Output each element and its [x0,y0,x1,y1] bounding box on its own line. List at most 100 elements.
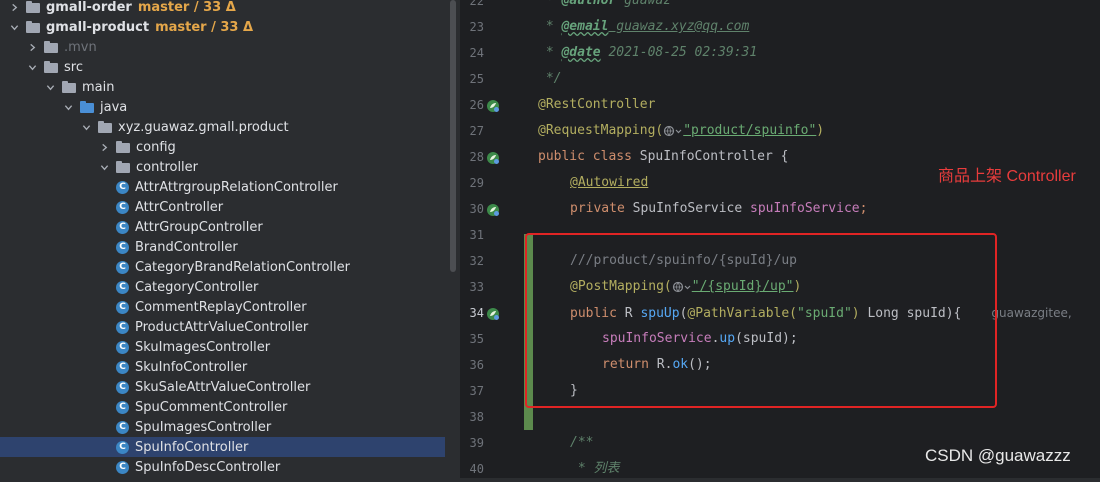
tree-item-folder[interactable]: xyz.guawaz.gmall.product [0,117,446,137]
tree-item-label: AttrGroupController [135,219,263,235]
line-number[interactable]: 32 [460,248,484,274]
line-number[interactable]: 22 [460,0,484,14]
line-number[interactable]: 23 [460,14,484,40]
spring-bean-icon[interactable] [486,306,500,320]
chevron-down-icon[interactable] [44,83,56,92]
line-number[interactable]: 27 [460,118,484,144]
code-line-29: @Autowired [570,175,649,190]
class-icon: C [116,180,129,194]
tree-item-class[interactable]: C SkuImagesController [0,337,446,357]
tree-item-class[interactable]: C SpuInfoController [0,437,445,457]
tree-item-label: AttrController [135,199,224,215]
line-number[interactable]: 25 [460,66,484,92]
globe-icon[interactable] [663,124,683,138]
package-icon [116,141,130,153]
tree-item-folder[interactable]: java [0,97,446,117]
tree-item-label: AttrAttrgroupRelationController [135,179,338,195]
annotation-note: 商品上架 Controller [938,168,1076,185]
tree-item-class[interactable]: C SpuImagesController [0,417,446,437]
tree-item-class[interactable]: C CommentReplayController [0,297,446,317]
line-number[interactable]: 28 [460,144,484,170]
tree-item-label: SpuInfoDescController [135,459,281,475]
tree-item-label: main [82,79,115,95]
line-number[interactable]: 36 [460,352,484,378]
code-line-40: * 列表 [570,461,620,476]
class-icon: C [116,400,129,414]
code-line-24: * @date 2021-08-25 02:39:31 [538,45,758,60]
tree-scrollbar[interactable] [446,0,460,478]
tree-item-class[interactable]: C SkuInfoController [0,357,446,377]
tree-item-label: CategoryBrandRelationController [135,259,350,275]
tree-item-label: ProductAttrValueController [135,319,309,335]
tree-item-class[interactable]: C BrandController [0,237,446,257]
class-icon: C [116,440,129,454]
chevron-down-icon[interactable] [80,123,92,132]
class-icon: C [116,300,129,314]
tree-item-label: CommentReplayController [135,299,307,315]
tree-item-folder[interactable]: main [0,77,446,97]
spring-bean-icon[interactable] [486,202,500,216]
tree-item-class[interactable]: C SpuInfoDescController [0,457,446,477]
tree-item-class[interactable]: C AttrAttrgroupRelationController [0,177,446,197]
chevron-down-icon[interactable] [26,63,38,72]
line-number[interactable]: 26 [460,92,484,118]
tree-item-class[interactable]: C SpuCommentController [0,397,446,417]
code-line-25: */ [538,71,562,86]
line-number[interactable]: 38 [460,404,484,430]
tree-item-label: config [136,139,176,155]
line-number[interactable]: 40 [460,456,484,482]
editor-gutter: 22 23 24 25 26 27 28 29 30 31 32 33 34 35 36 37 38 39 40 [460,0,534,478]
tree-item-class[interactable]: C SkuSaleAttrValueController [0,377,446,397]
tree-item-folder[interactable]: gmall-product master / 33 Δ [0,17,446,37]
chevron-down-icon[interactable] [62,103,74,112]
project-tree[interactable]: gmall-order master / 33 Δ gmall-product mas… [0,0,446,478]
class-icon: C [116,320,129,334]
class-icon: C [116,460,129,474]
chevron-down-icon[interactable] [98,163,110,172]
line-number[interactable]: 29 [460,170,484,196]
tree-item-label: src [64,59,83,75]
tree-item-folder[interactable]: .mvn [0,37,446,57]
tree-item-label: SpuImagesController [135,419,272,435]
line-number[interactable]: 31 [460,222,484,248]
line-number[interactable]: 34 [460,300,484,326]
tree-item-class[interactable]: C AttrController [0,197,446,217]
spring-bean-icon[interactable] [486,98,500,112]
line-number[interactable]: 35 [460,326,484,352]
code-line-39: /** [570,435,594,450]
tree-item-class[interactable]: C AttrGroupController [0,217,446,237]
tree-item-label: .mvn [64,39,97,55]
class-icon: C [116,380,129,394]
code-author-inlay[interactable]: guawazgitee, [991,306,1071,320]
code-line-22: * @author guawaz [538,0,672,8]
tree-item-class[interactable]: C CategoryBrandRelationController [0,257,446,277]
spring-bean-icon[interactable] [486,150,500,164]
line-number[interactable]: 33 [460,274,484,300]
tree-item-class[interactable]: C ProductAttrValueController [0,317,446,337]
code-line-23: * @email guawaz.xyz@qq.com [538,19,750,34]
tree-scrollbar-thumb[interactable] [450,0,456,272]
chevron-right-icon[interactable] [26,43,38,52]
chevron-down-icon[interactable] [8,23,20,32]
line-number[interactable]: 37 [460,378,484,404]
line-number[interactable]: 30 [460,196,484,222]
tree-item-folder[interactable]: gmall-order master / 33 Δ [0,0,446,17]
tree-item-label: gmall-order [46,0,132,15]
class-icon: C [116,240,129,254]
line-number[interactable]: 39 [460,430,484,456]
tree-item-label: SpuInfoController [135,439,249,455]
tree-item-class[interactable]: C CategoryController [0,277,446,297]
tree-item-folder[interactable]: src [0,57,446,77]
tree-item-label: gmall-product [46,19,150,35]
chevron-right-icon[interactable] [98,143,110,152]
line-number[interactable]: 24 [460,40,484,66]
folder-icon [44,41,58,53]
tree-item-label: SkuSaleAttrValueController [135,379,311,395]
tree-item-folder[interactable]: config [0,137,446,157]
class-icon: C [116,340,129,354]
chevron-right-icon[interactable] [8,3,20,12]
tree-item-folder[interactable]: controller [0,157,446,177]
package-icon [116,161,130,173]
tree-item-label: java [100,99,128,115]
folder-icon [62,81,76,93]
